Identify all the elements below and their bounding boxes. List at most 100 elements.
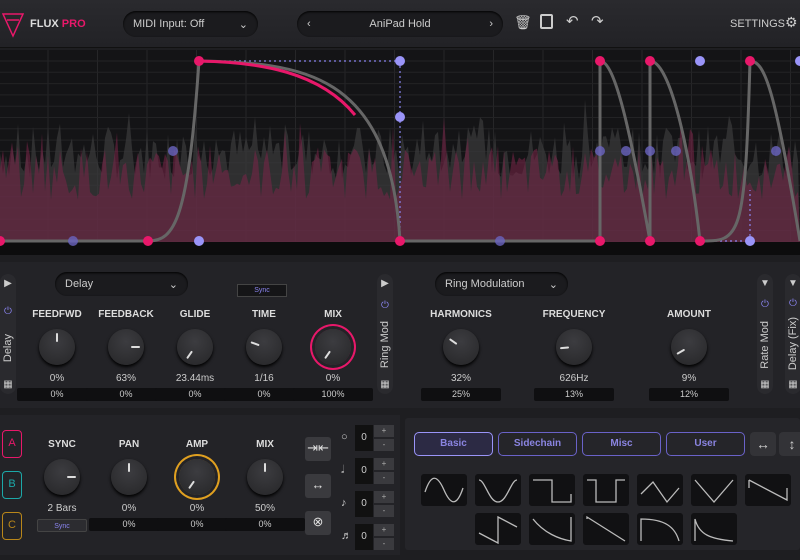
collapse-icon[interactable]: ▼ bbox=[760, 278, 770, 289]
stepper-value[interactable]: 0 bbox=[355, 458, 373, 484]
grid-icon[interactable]: ▦ bbox=[788, 379, 797, 390]
note-stepper-sixteenth[interactable]: ♬ 0 + - bbox=[341, 524, 395, 550]
save-icon[interactable] bbox=[540, 14, 553, 29]
curve-handle[interactable] bbox=[68, 236, 78, 246]
decrement-button[interactable]: - bbox=[374, 538, 394, 550]
knob-amount[interactable] bbox=[671, 329, 707, 365]
flip-horizontal-icon[interactable]: ↔ bbox=[750, 432, 776, 456]
decrement-button[interactable]: - bbox=[374, 472, 394, 484]
mod-amount[interactable]: 0% bbox=[225, 518, 305, 531]
mod-amount[interactable]: 12% bbox=[649, 388, 729, 401]
settings-button[interactable]: SETTINGS bbox=[730, 18, 785, 30]
lfo-slot-a[interactable]: A bbox=[2, 430, 22, 458]
compress-icon[interactable]: ⇥⇤ bbox=[305, 437, 331, 461]
shape-inverted-sine[interactable] bbox=[475, 474, 521, 506]
mod-amount[interactable]: 0% bbox=[86, 388, 166, 401]
envelope-point[interactable] bbox=[695, 236, 705, 246]
preset-selector[interactable]: ‹ AniPad Hold › bbox=[297, 11, 503, 37]
bezier-handle[interactable] bbox=[194, 236, 204, 246]
shape-inverted-square[interactable] bbox=[583, 474, 629, 506]
mod-amount[interactable]: 0% bbox=[155, 388, 235, 401]
fx-type-dropdown[interactable]: Delay ⌄ bbox=[55, 272, 188, 296]
knob-feedfwd[interactable] bbox=[39, 329, 75, 365]
curve-handle[interactable] bbox=[645, 146, 655, 156]
fx-type-dropdown-2[interactable]: Ring Modulation ⌄ bbox=[435, 272, 568, 296]
power-icon[interactable]: ⏻ bbox=[761, 299, 769, 310]
note-stepper-whole[interactable]: ○ 0 + - bbox=[341, 425, 395, 451]
play-icon[interactable]: ▶ bbox=[381, 278, 389, 289]
tab-misc[interactable]: Misc bbox=[582, 432, 661, 456]
fx-slot-delay[interactable]: ▶ ⏻ Delay ▦ bbox=[0, 274, 16, 394]
shape-square[interactable] bbox=[529, 474, 575, 506]
curve-handle[interactable] bbox=[495, 236, 505, 246]
increment-button[interactable]: + bbox=[374, 491, 394, 503]
knob-mix[interactable] bbox=[247, 459, 283, 495]
shape-triangle[interactable] bbox=[637, 474, 683, 506]
envelope-point[interactable] bbox=[745, 56, 755, 66]
knob-glide[interactable] bbox=[177, 329, 213, 365]
grid-icon[interactable]: ▦ bbox=[760, 379, 769, 390]
decrement-button[interactable]: - bbox=[374, 439, 394, 451]
curve-handle[interactable] bbox=[771, 146, 781, 156]
lfo-slot-b[interactable]: B bbox=[2, 471, 22, 499]
grid-icon[interactable]: ▦ bbox=[380, 379, 389, 390]
mod-amount[interactable]: 0% bbox=[224, 388, 304, 401]
decrement-button[interactable]: - bbox=[374, 505, 394, 517]
knob-time[interactable] bbox=[246, 329, 282, 365]
envelope-point[interactable] bbox=[645, 236, 655, 246]
bezier-handle[interactable] bbox=[745, 236, 755, 246]
knob-sync[interactable] bbox=[44, 459, 80, 495]
shape-saw-up[interactable] bbox=[475, 513, 521, 545]
fx-slot-ring-mod[interactable]: ▶ ⏻ Ring Mod ▦ bbox=[377, 274, 393, 394]
prev-preset-icon[interactable]: ‹ bbox=[307, 18, 311, 30]
play-icon[interactable]: ▶ bbox=[4, 278, 12, 289]
bezier-handle[interactable] bbox=[795, 56, 800, 66]
redo-icon[interactable]: ↷ bbox=[591, 12, 604, 30]
fx-slot-rate-mod[interactable]: ▼ ⏻ Rate Mod ▦ bbox=[757, 274, 773, 394]
curve-handle[interactable] bbox=[168, 146, 178, 156]
power-icon[interactable]: ⏻ bbox=[4, 306, 12, 317]
sync-toggle[interactable]: Sync bbox=[237, 284, 287, 297]
envelope-point[interactable] bbox=[645, 56, 655, 66]
mod-amount[interactable]: 0% bbox=[17, 388, 97, 401]
note-stepper-eighth[interactable]: ♪ 0 + - bbox=[341, 491, 395, 517]
bezier-handle[interactable] bbox=[395, 112, 405, 122]
lfo-slot-c[interactable]: C bbox=[2, 512, 22, 540]
next-preset-icon[interactable]: › bbox=[489, 18, 493, 30]
lfo-sync-toggle[interactable]: Sync bbox=[37, 519, 87, 532]
envelope-point[interactable] bbox=[395, 236, 405, 246]
increment-button[interactable]: + bbox=[374, 524, 394, 536]
knob-pan[interactable] bbox=[111, 459, 147, 495]
tab-basic[interactable]: Basic bbox=[414, 432, 493, 456]
collapse-icon[interactable]: ▼ bbox=[788, 278, 798, 289]
envelope-editor[interactable] bbox=[0, 50, 800, 255]
envelope-point[interactable] bbox=[595, 236, 605, 246]
curve-handle[interactable] bbox=[671, 146, 681, 156]
increment-button[interactable]: + bbox=[374, 425, 394, 437]
grid-icon[interactable]: ▦ bbox=[3, 379, 12, 390]
fx-slot-delay-fix[interactable]: ▼ ⏻ Delay (Fix) ▦ bbox=[785, 274, 800, 394]
shape-ramp-down[interactable] bbox=[583, 513, 629, 545]
bezier-handle[interactable] bbox=[695, 56, 705, 66]
increment-button[interactable]: + bbox=[374, 458, 394, 470]
curve-handle[interactable] bbox=[595, 146, 605, 156]
trash-icon[interactable]: 🗑 bbox=[514, 14, 532, 31]
envelope-graph[interactable] bbox=[0, 50, 800, 255]
expand-icon[interactable]: ↔ bbox=[305, 474, 331, 498]
gear-icon[interactable]: ⚙ bbox=[785, 14, 798, 31]
shape-v-shape[interactable] bbox=[691, 474, 737, 506]
mod-amount[interactable]: 100% bbox=[293, 388, 373, 401]
clear-icon[interactable]: ⊗ bbox=[305, 511, 331, 535]
tab-sidechain[interactable]: Sidechain bbox=[498, 432, 577, 456]
midi-input-dropdown[interactable]: MIDI Input: Off ⌄ bbox=[123, 11, 258, 37]
power-icon[interactable]: ⏻ bbox=[381, 300, 389, 311]
bezier-handle[interactable] bbox=[395, 56, 405, 66]
power-icon[interactable]: ⏻ bbox=[789, 298, 797, 309]
undo-icon[interactable]: ↶ bbox=[566, 12, 579, 30]
flip-vertical-icon[interactable]: ↕ bbox=[779, 432, 800, 456]
stepper-value[interactable]: 0 bbox=[355, 425, 373, 451]
envelope-point[interactable] bbox=[143, 236, 153, 246]
note-stepper-half[interactable]: 𝅗𝅥 0 + - bbox=[341, 458, 395, 484]
knob-mix[interactable] bbox=[315, 329, 351, 365]
stepper-value[interactable]: 0 bbox=[355, 491, 373, 517]
